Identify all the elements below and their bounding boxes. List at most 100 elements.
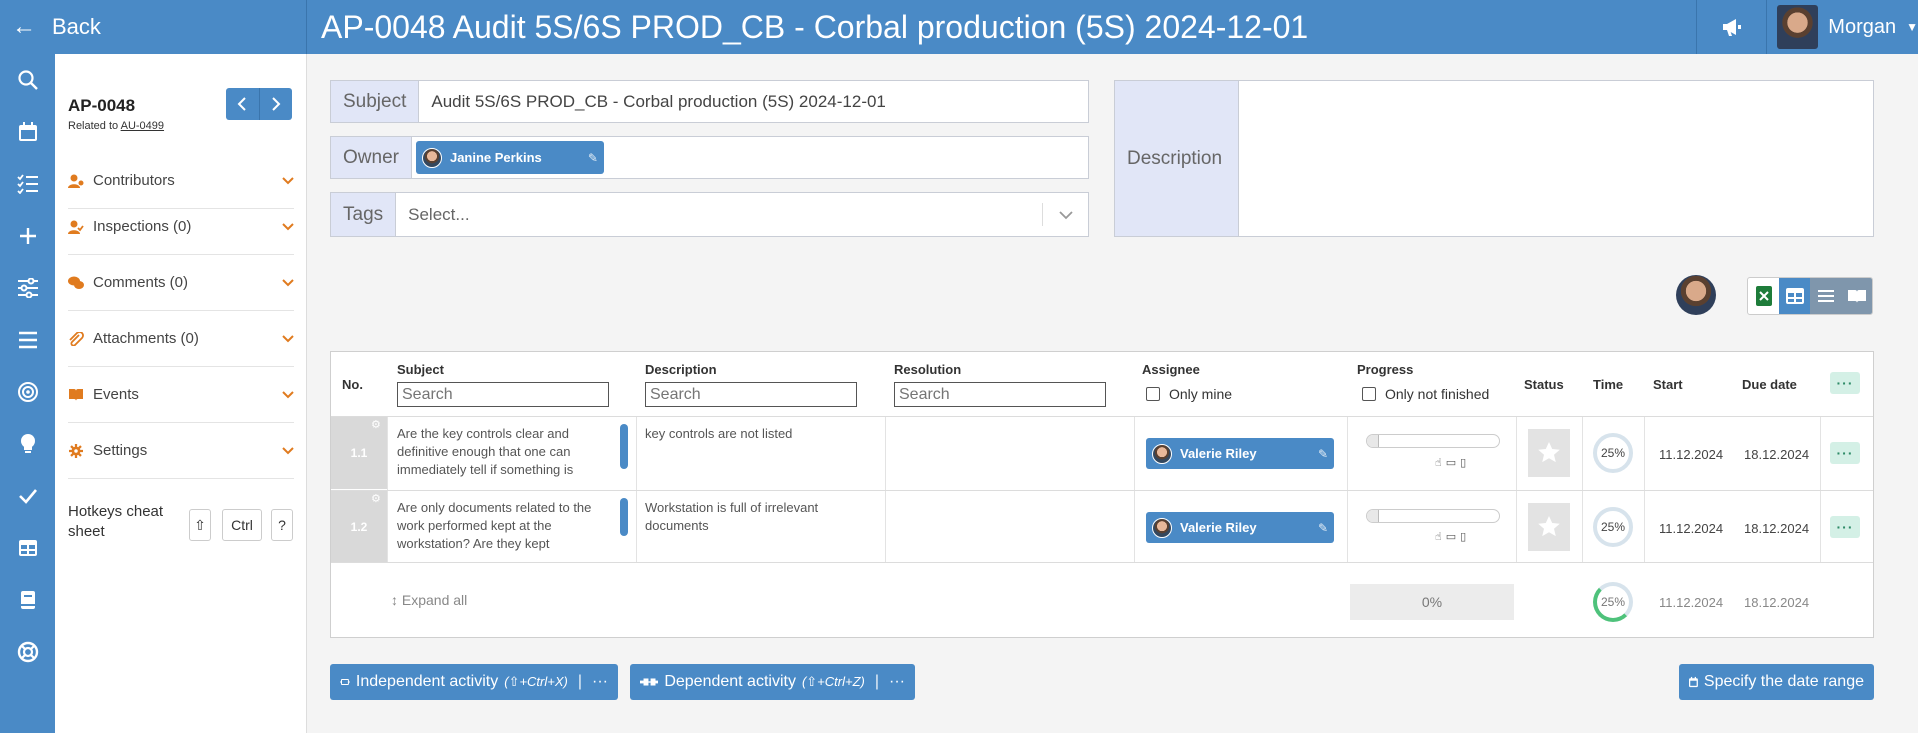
more-options-icon[interactable]: ··· [592, 673, 608, 691]
specify-date-range-button[interactable]: Specify the date range [1679, 664, 1874, 700]
nav-done[interactable] [0, 470, 55, 522]
nav-filters[interactable] [0, 262, 55, 314]
section-comments[interactable]: Comments (0) [68, 255, 294, 311]
chevron-right-icon [272, 97, 281, 111]
assignee-chip[interactable]: Valerie Riley ✎ [1146, 438, 1334, 469]
row-action-icons[interactable]: ☝▭▯ [1435, 530, 1470, 543]
nav-search[interactable] [0, 54, 55, 106]
section-inspections[interactable]: Inspections (0) [68, 199, 294, 255]
owner-chip[interactable]: Janine Perkins ✎ [415, 141, 604, 174]
row-text-scrollbar[interactable] [620, 498, 628, 536]
user-gear-icon [68, 174, 84, 188]
nav-checklist[interactable] [0, 158, 55, 210]
comments-icon [68, 276, 84, 289]
subject-field: Subject Audit 5S/6S PROD_CB - Corbal pro… [330, 80, 1089, 123]
header-status: Status [1524, 377, 1564, 392]
nav-ideas[interactable] [0, 418, 55, 470]
resolution-search-input[interactable] [894, 382, 1106, 407]
independent-activity-icon [340, 679, 350, 685]
row-menu-button[interactable]: ··· [1830, 442, 1860, 464]
nav-help[interactable] [0, 626, 55, 678]
dependent-activity-button[interactable]: Dependent activity (⇧+Ctrl+Z) | ··· [630, 664, 915, 700]
row-description[interactable]: key controls are not listed [645, 425, 865, 479]
book-view-button[interactable] [1841, 278, 1872, 314]
row-subject[interactable]: Are only documents related to the work p… [397, 499, 617, 553]
section-settings[interactable]: Settings [68, 423, 294, 479]
plus-icon [19, 228, 36, 244]
document-icon[interactable]: ▯ [1460, 531, 1470, 543]
assignee-chip[interactable]: Valerie Riley ✎ [1146, 512, 1334, 543]
row-start-date[interactable]: 11.12.2024 [1659, 521, 1723, 536]
columns-menu-button[interactable]: ··· [1830, 372, 1860, 394]
subject-search-input[interactable] [397, 382, 609, 407]
comment-icon[interactable]: ▭ [1446, 457, 1460, 469]
tags-dropdown-toggle[interactable] [1042, 203, 1088, 226]
nav-book[interactable] [0, 574, 55, 626]
export-excel-button[interactable] [1748, 278, 1779, 314]
next-button[interactable] [260, 88, 293, 120]
status-button[interactable] [1528, 429, 1570, 477]
expand-icon: ↕ [391, 592, 398, 608]
current-user-avatar[interactable] [1676, 275, 1716, 315]
only-mine-checkbox[interactable] [1146, 387, 1160, 401]
list-icon [1817, 290, 1834, 302]
back-button[interactable]: ← Back [0, 0, 307, 54]
list-view-button[interactable] [1810, 278, 1841, 314]
description-input[interactable] [1239, 81, 1873, 236]
row-due-date[interactable]: 18.12.2024 [1744, 447, 1809, 462]
paperclip-icon [69, 331, 84, 346]
only-not-finished-label: Only not finished [1385, 386, 1490, 402]
grid-view-button[interactable] [1779, 278, 1810, 314]
description-search-input[interactable] [645, 382, 857, 407]
sliders-icon [17, 278, 38, 298]
subject-input[interactable]: Audit 5S/6S PROD_CB - Corbal production … [419, 81, 1088, 122]
progress-bar[interactable] [1366, 434, 1500, 448]
gear-icon[interactable]: ⚙ [371, 492, 381, 505]
row-menu-button[interactable]: ··· [1830, 516, 1860, 538]
tags-select[interactable]: Select... [396, 193, 1042, 236]
more-options-icon[interactable]: ··· [889, 673, 905, 691]
row-subject[interactable]: Are the key controls clear and definitiv… [397, 425, 617, 479]
lightbulb-icon [20, 434, 35, 453]
independent-activity-button[interactable]: Independent activity (⇧+Ctrl+X) | ··· [330, 664, 618, 700]
status-button[interactable] [1528, 503, 1570, 551]
comment-icon[interactable]: ▭ [1446, 531, 1460, 543]
nav-list[interactable] [0, 314, 55, 366]
chevron-left-icon [237, 97, 246, 111]
user-avatar [1777, 5, 1819, 49]
star-icon [1538, 516, 1560, 537]
row-resolution[interactable] [894, 499, 1114, 553]
row-text-scrollbar[interactable] [620, 424, 628, 469]
row-description[interactable]: Workstation is full of irrelevant docume… [645, 499, 865, 553]
dependent-activity-icon [640, 678, 659, 686]
hotkey-help[interactable]: ? [271, 509, 293, 541]
row-due-date[interactable]: 18.12.2024 [1744, 521, 1809, 536]
progress-bar[interactable] [1366, 509, 1500, 523]
user-menu[interactable]: Morgan ▼ [1766, 0, 1918, 54]
hotkey-shift[interactable]: ⇧ [189, 509, 211, 541]
previous-button[interactable] [226, 88, 260, 120]
row-resolution[interactable] [894, 425, 1114, 479]
gear-icon[interactable]: ⚙ [371, 418, 381, 431]
row-action-icons[interactable]: ☝▭▯ [1435, 456, 1470, 469]
related-link[interactable]: AU-0499 [121, 120, 164, 132]
assignee-avatar [1152, 443, 1172, 464]
pointer-icon[interactable]: ☝ [1435, 457, 1446, 469]
star-icon [1538, 442, 1560, 463]
section-attachments[interactable]: Attachments (0) [68, 311, 294, 367]
hotkey-ctrl[interactable]: Ctrl [222, 509, 262, 541]
section-events[interactable]: Events [68, 367, 294, 423]
nav-add[interactable] [0, 210, 55, 262]
row-start-date[interactable]: 11.12.2024 [1659, 447, 1723, 462]
only-not-finished-checkbox[interactable] [1362, 387, 1376, 401]
table-icon [18, 540, 37, 556]
announcement-button[interactable] [1696, 0, 1766, 54]
expand-all-button[interactable]: ↕ Expand all [391, 592, 467, 608]
lifebuoy-icon [17, 641, 38, 663]
chevron-down-icon [282, 446, 294, 454]
nav-target[interactable] [0, 366, 55, 418]
nav-calendar[interactable] [0, 106, 55, 158]
document-icon[interactable]: ▯ [1460, 457, 1470, 469]
pointer-icon[interactable]: ☝ [1435, 531, 1446, 543]
nav-table[interactable] [0, 522, 55, 574]
